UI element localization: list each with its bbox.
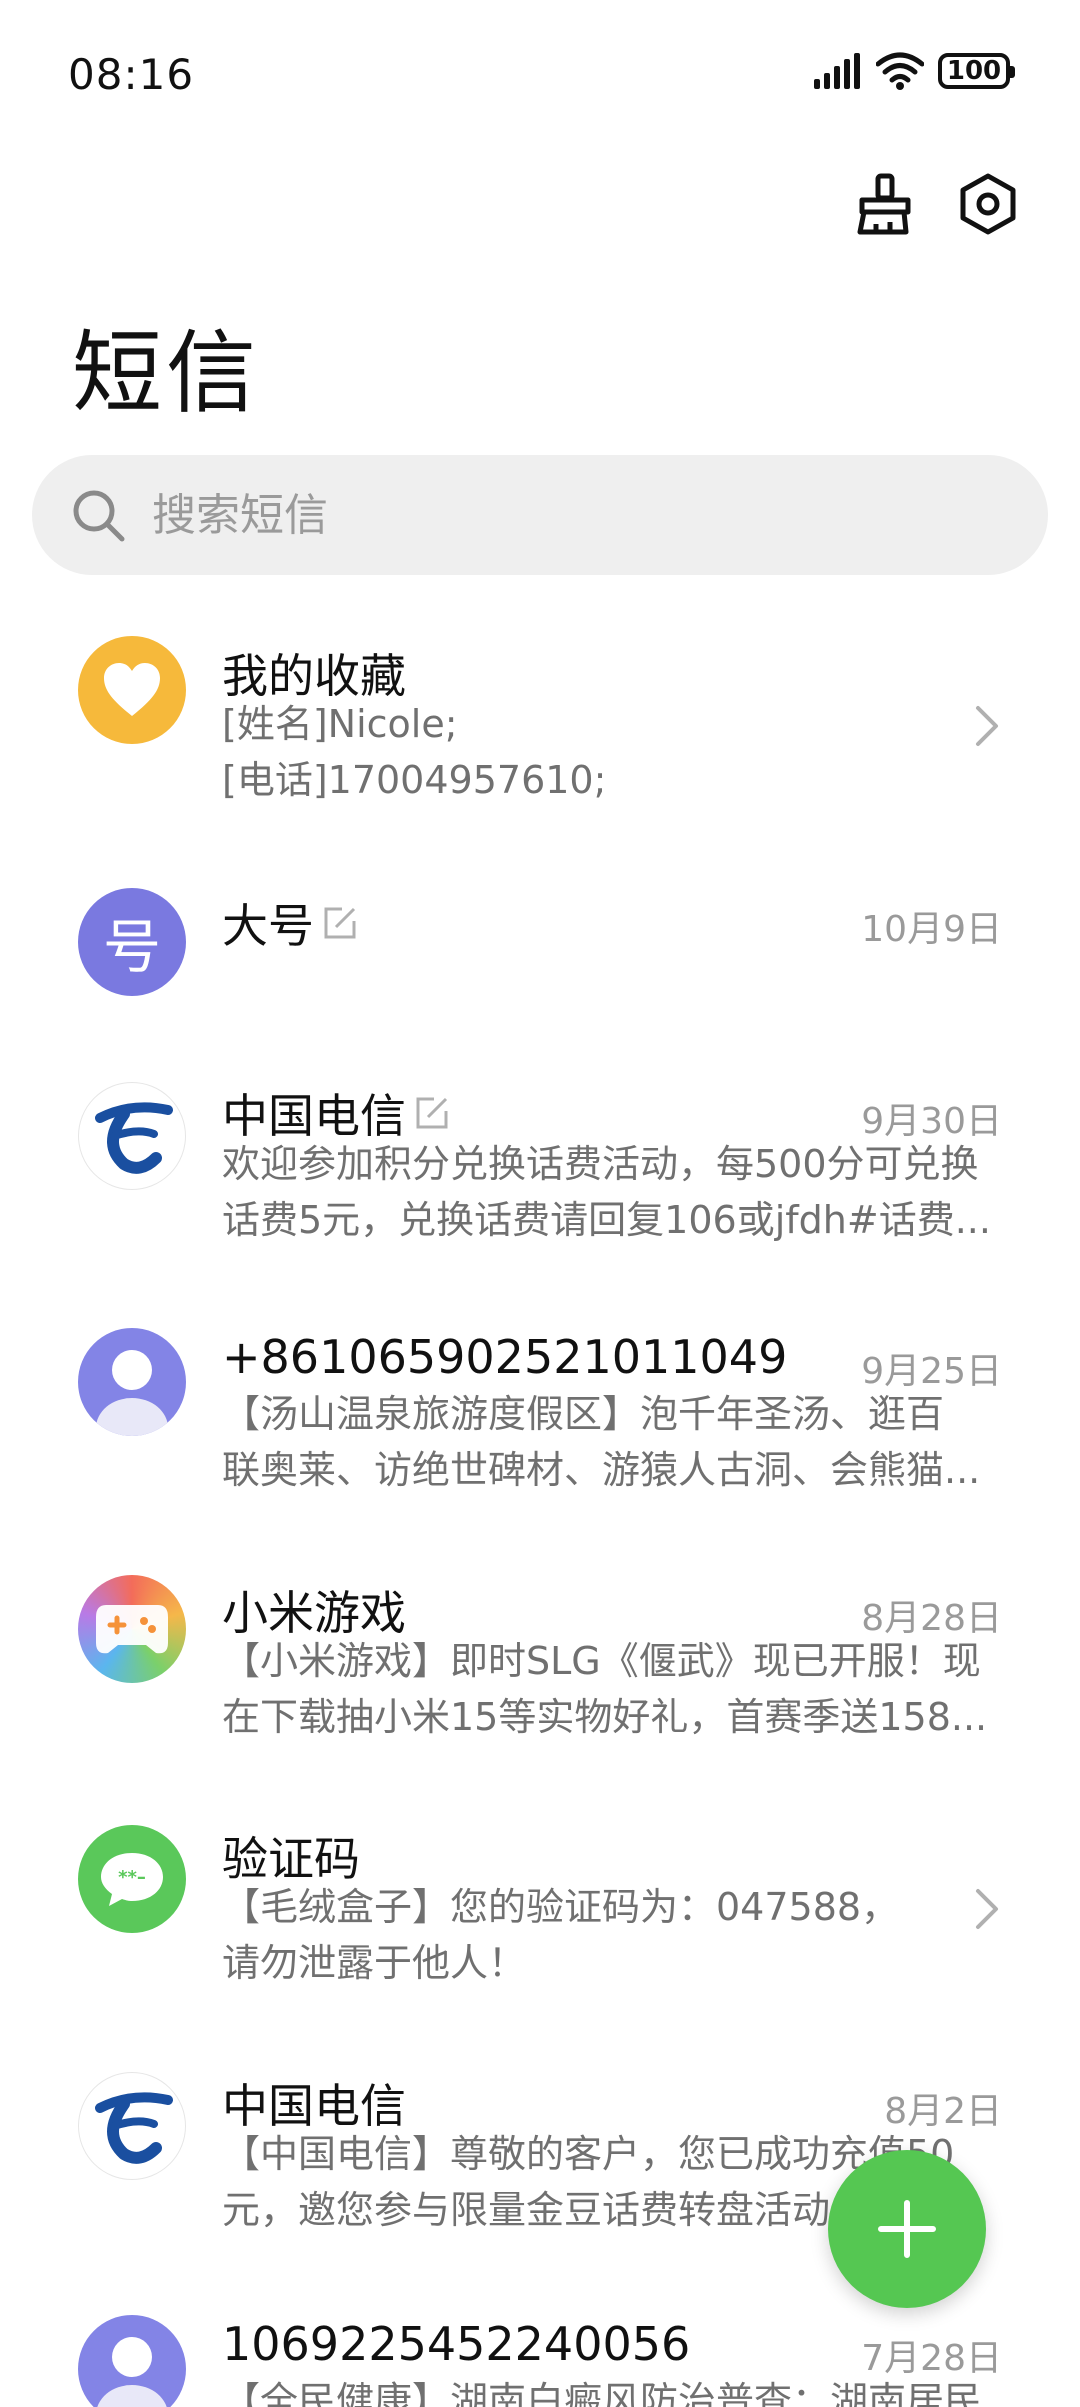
preview-line: [姓名]Nicole;	[222, 702, 458, 746]
conversation-preview: 【汤山温泉旅游度假区】泡千年圣汤、逛百 联奥莱、访绝世碑材、游猿人古洞、会熊猫.…	[222, 1386, 1002, 1498]
conversation-item[interactable]: 小米游戏 8月28日 【小米游戏】即时SLG《偃武》现已开服！现 在下载抽小米1…	[0, 1537, 1080, 1767]
settings-hexagon-icon	[960, 173, 1016, 235]
page-title: 短信	[72, 321, 260, 426]
conversation-preview: [姓名]Nicole; [电话]17004957610;	[222, 696, 1002, 808]
top-actions	[852, 172, 1020, 236]
status-bar: 08:16 100	[0, 0, 1080, 150]
signal-icon	[814, 53, 860, 89]
contact-avatar	[78, 2315, 186, 2407]
conversation-item[interactable]: 中国电信 9月30日 欢迎参加积分兑换话费活动，每500分可兑换 话费5元，兑换…	[0, 1040, 1080, 1270]
mi-game-avatar	[78, 1575, 186, 1683]
preview-line: 【小米游戏】即时SLG《偃武》现已开服！现	[222, 1639, 981, 1683]
search-bar[interactable]	[32, 455, 1048, 575]
plus-icon	[878, 2200, 936, 2258]
contact-avatar	[78, 1328, 186, 1436]
system-icons: 100	[812, 52, 1015, 90]
chat-bubble-icon: **–	[101, 1853, 163, 1906]
heart-icon	[104, 663, 160, 716]
person-icon	[96, 1350, 168, 1436]
game-controller-icon	[96, 1605, 168, 1654]
search-input[interactable]	[150, 488, 954, 542]
clean-button[interactable]	[852, 172, 916, 236]
preview-line: 【毛绒盒子】您的验证码为：047588，	[222, 1885, 900, 1929]
chevron-right-icon	[976, 1889, 998, 1929]
preview-line: 在下载抽小米15等实物好礼，首赛季送158...	[222, 1695, 988, 1739]
person-icon	[97, 2337, 167, 2407]
conversation-item[interactable]: +8610659025210110​49 9月25日 【汤山温泉旅游度假区】泡千…	[0, 1290, 1080, 1520]
brush-icon	[857, 173, 911, 235]
preview-line: 话费5元，兑换话费请回复106或jfdh#话费...	[222, 1198, 991, 1242]
conversation-name: 1069225452240056	[222, 2317, 691, 2371]
wifi-icon	[876, 52, 924, 90]
preview-line: 联奥莱、访绝世碑材、游猿人古洞、会熊猫...	[222, 1448, 981, 1492]
conversation-item[interactable]: 号 大号 10月9日	[0, 850, 1080, 1050]
conversation-preview: 【小米游戏】即时SLG《偃武》现已开服！现 在下载抽小米15等实物好礼，首赛季送…	[222, 1633, 1002, 1745]
settings-button[interactable]	[956, 172, 1020, 236]
conversation-date: 10月9日	[861, 909, 1002, 950]
conversation-name-text: 大号	[222, 899, 314, 953]
preview-line: 欢迎参加积分兑换话费活动，每500分可兑换	[222, 1142, 979, 1186]
china-telecom-logo	[78, 2072, 186, 2180]
svg-text:**–: **–	[118, 1867, 146, 1888]
favorites-avatar	[78, 636, 186, 744]
conversation-item[interactable]: 我的收藏 [姓名]Nicole; [电话]17004957610;	[0, 600, 1080, 830]
verification-avatar: **–	[78, 1825, 186, 1933]
preview-line: [电话]17004957610;	[222, 758, 607, 802]
chevron-right-icon	[976, 706, 998, 746]
dahao-avatar: 号	[78, 888, 186, 996]
avatar-text: 号	[102, 913, 161, 981]
draft-edit-icon	[414, 1095, 450, 1131]
preview-line: 请勿泄露于他人！	[222, 1941, 527, 1985]
search-icon	[68, 485, 128, 545]
draft-edit-icon	[322, 905, 358, 941]
battery-level: 100	[946, 56, 1002, 86]
conversation-name: +8610659025210110​49	[222, 1330, 788, 1384]
battery-icon: 100	[938, 53, 1015, 89]
status-time: 08:16	[68, 50, 195, 99]
conversation-preview: 【毛绒盒子】您的验证码为：047588， 请勿泄露于他人！	[222, 1879, 1002, 1991]
china-telecom-logo	[78, 1082, 186, 1190]
conversation-item[interactable]: **– 验证码 【毛绒盒子】您的验证码为：047588， 请勿泄露于他人！	[0, 1783, 1080, 2013]
conversation-name: 大号	[222, 890, 358, 956]
conversation-preview: 欢迎参加积分兑换话费活动，每500分可兑换 话费5元，兑换话费请回复106或jf…	[222, 1136, 1002, 1248]
new-message-button[interactable]	[828, 2150, 986, 2308]
preview-line: 【汤山温泉旅游度假区】泡千年圣汤、逛百	[222, 1392, 945, 1436]
